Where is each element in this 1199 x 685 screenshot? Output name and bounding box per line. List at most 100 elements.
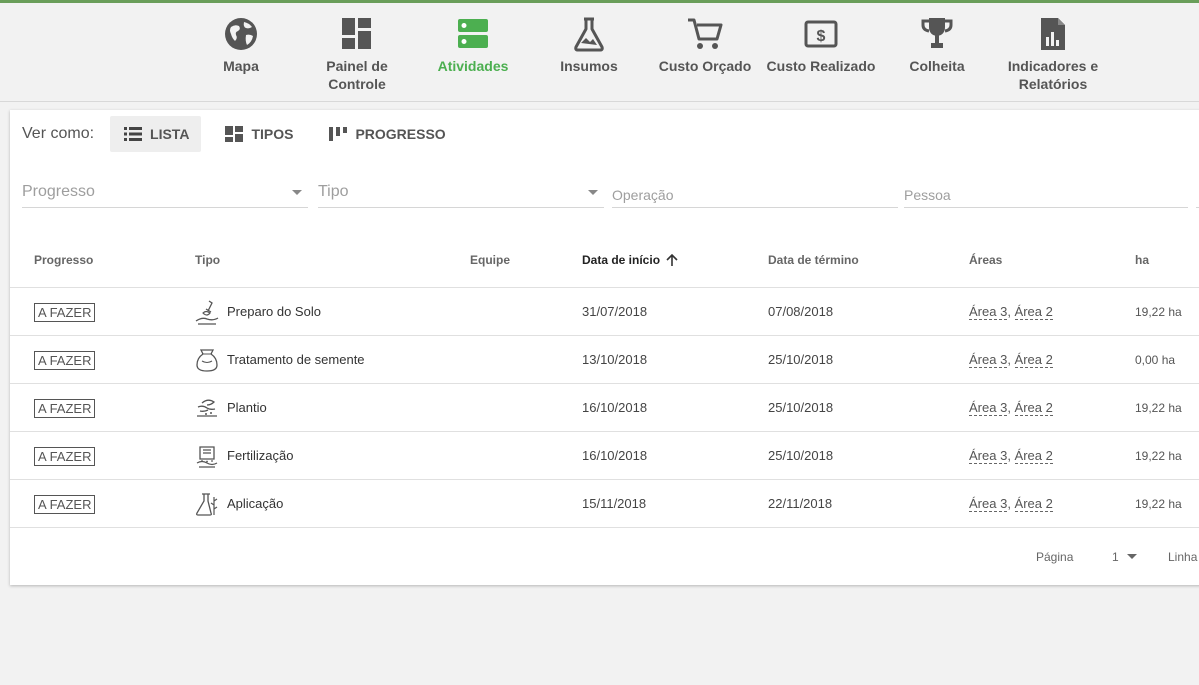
flask-icon [574,17,604,52]
view-list-label: LISTA [150,126,190,142]
rows-per-page-label: Linha [1168,550,1198,564]
end-date: 25/10/2018 [768,352,834,367]
page-label: Página [1036,550,1074,564]
table-row[interactable]: A FAZER Preparo do Solo 31/07/2018 07/08… [10,288,1199,336]
person-filter-input[interactable]: Pessoa [904,180,1188,208]
start-date: 31/07/2018 [582,304,648,319]
column-equipe[interactable]: Equipe [470,253,510,267]
page-select[interactable]: 1 [1112,550,1137,564]
operation-filter-placeholder: Operação [612,187,674,203]
nav-item-atividades[interactable]: Atividades [415,15,531,75]
page-number: 1 [1112,550,1119,564]
area-link[interactable]: Área 2 [1014,496,1053,512]
money-icon: $ [804,20,838,48]
area-link[interactable]: Área 3 [969,352,1008,368]
area-link[interactable]: Área 2 [1014,448,1053,464]
start-date: 16/10/2018 [582,448,648,463]
list-icon [124,127,143,141]
end-date: 07/08/2018 [768,304,834,319]
nav-label: Atividades [437,58,509,74]
area-link[interactable]: Área 3 [969,448,1008,464]
column-ha[interactable]: ha [1135,253,1149,267]
progress-filter-placeholder: Progresso [22,183,95,200]
type-filter-select[interactable]: Tipo [318,180,604,208]
table-row[interactable]: A FAZER Plantio 16/10/2018 25/10/2018 Ár… [10,384,1199,432]
main-nav: Mapa Painel de Controle Atividades Insum… [0,3,1199,102]
nav-label: Mapa [223,58,259,74]
nav-item-indicadores[interactable]: Indicadores e Relatórios [995,15,1111,93]
column-data-inicio[interactable]: Data de início [582,253,678,267]
status-badge: A FAZER [34,351,96,370]
kanban-icon [329,127,348,141]
column-data-inicio-label: Data de início [582,253,661,267]
ha-value: 19,22 ha [1135,449,1182,463]
chevron-down-icon [292,190,302,195]
tipo-label: Preparo do Solo [227,304,321,319]
type-filter-placeholder: Tipo [318,183,349,200]
progress-filter-select[interactable]: Progresso [22,180,308,208]
svg-text:$: $ [817,28,826,45]
nav-label: Custo Realizado [766,58,876,74]
application-icon [196,493,218,516]
area-link[interactable]: Área 3 [969,496,1008,512]
globe-icon [225,18,257,50]
seed-bag-icon [196,349,218,372]
ha-value: 19,22 ha [1135,401,1182,415]
ha-value: 19,22 ha [1135,305,1182,319]
view-progress-button[interactable]: PROGRESSO [315,116,457,152]
nav-label: Indicadores e Relatórios [1007,58,1099,92]
cart-icon [688,18,723,49]
view-types-button[interactable]: TIPOS [211,116,305,152]
nav-item-colheita[interactable]: Colheita [879,15,995,75]
area-link[interactable]: Área 2 [1014,352,1053,368]
status-badge: A FAZER [34,495,96,514]
chevron-down-icon [588,190,598,195]
nav-item-custo-realizado[interactable]: $ Custo Realizado [763,15,879,75]
start-date: 15/11/2018 [582,496,647,511]
table-row[interactable]: A FAZER Aplicação 15/11/2018 22/11/2018 … [10,480,1199,528]
view-types-label: TIPOS [251,126,294,142]
arrow-up-icon [666,254,678,266]
end-date: 22/11/2018 [768,496,833,511]
end-date: 25/10/2018 [768,448,834,463]
nav-label: Colheita [909,58,965,74]
area-link[interactable]: Área 2 [1014,304,1053,320]
nav-label: Custo Orçado [658,58,752,74]
column-areas[interactable]: Áreas [969,253,1002,267]
nav-item-painel[interactable]: Painel de Controle [299,15,415,93]
nav-item-mapa[interactable]: Mapa [183,15,299,75]
status-badge: A FAZER [34,447,96,466]
column-progresso[interactable]: Progresso [34,253,93,267]
start-date: 13/10/2018 [582,352,648,367]
column-data-termino[interactable]: Data de término [768,253,859,267]
nav-item-custo-orcado[interactable]: Custo Orçado [647,15,763,75]
tipo-label: Aplicação [227,496,284,511]
chevron-down-icon [1126,554,1137,559]
nav-label: Insumos [560,58,618,74]
area-link[interactable]: Área 3 [969,304,1008,320]
areas-cell: Área 3, Área 2 [969,496,1053,512]
status-badge: A FAZER [34,399,96,418]
table-row[interactable]: A FAZER Tratamento de semente 13/10/2018… [10,336,1199,384]
view-progress-label: PROGRESSO [355,126,446,142]
tipo-label: Fertilização [227,448,294,463]
tipo-label: Plantio [227,400,267,415]
person-filter-placeholder: Pessoa [904,187,951,203]
planting-icon [197,399,217,417]
areas-cell: Área 3, Área 2 [969,352,1053,368]
nav-item-insumos[interactable]: Insumos [531,15,647,75]
activities-card: Ver como: LISTA TIPOS PROGRESSO Progress… [10,110,1199,585]
column-tipo[interactable]: Tipo [195,253,220,267]
table-row[interactable]: A FAZER Fertilização 16/10/2018 25/10/20… [10,432,1199,480]
view-label: Ver como: [22,125,95,142]
report-icon [1041,18,1065,50]
view-switcher: Ver como: LISTA TIPOS PROGRESSO [22,116,468,152]
nav-label: Painel de Controle [326,58,388,92]
area-link[interactable]: Área 2 [1014,400,1053,416]
area-link[interactable]: Área 3 [969,400,1008,416]
dashboard-icon [342,18,371,49]
activities-icon [458,19,488,48]
operation-filter-input[interactable]: Operação [612,180,898,208]
start-date: 16/10/2018 [582,400,648,415]
view-list-button[interactable]: LISTA [110,116,202,152]
